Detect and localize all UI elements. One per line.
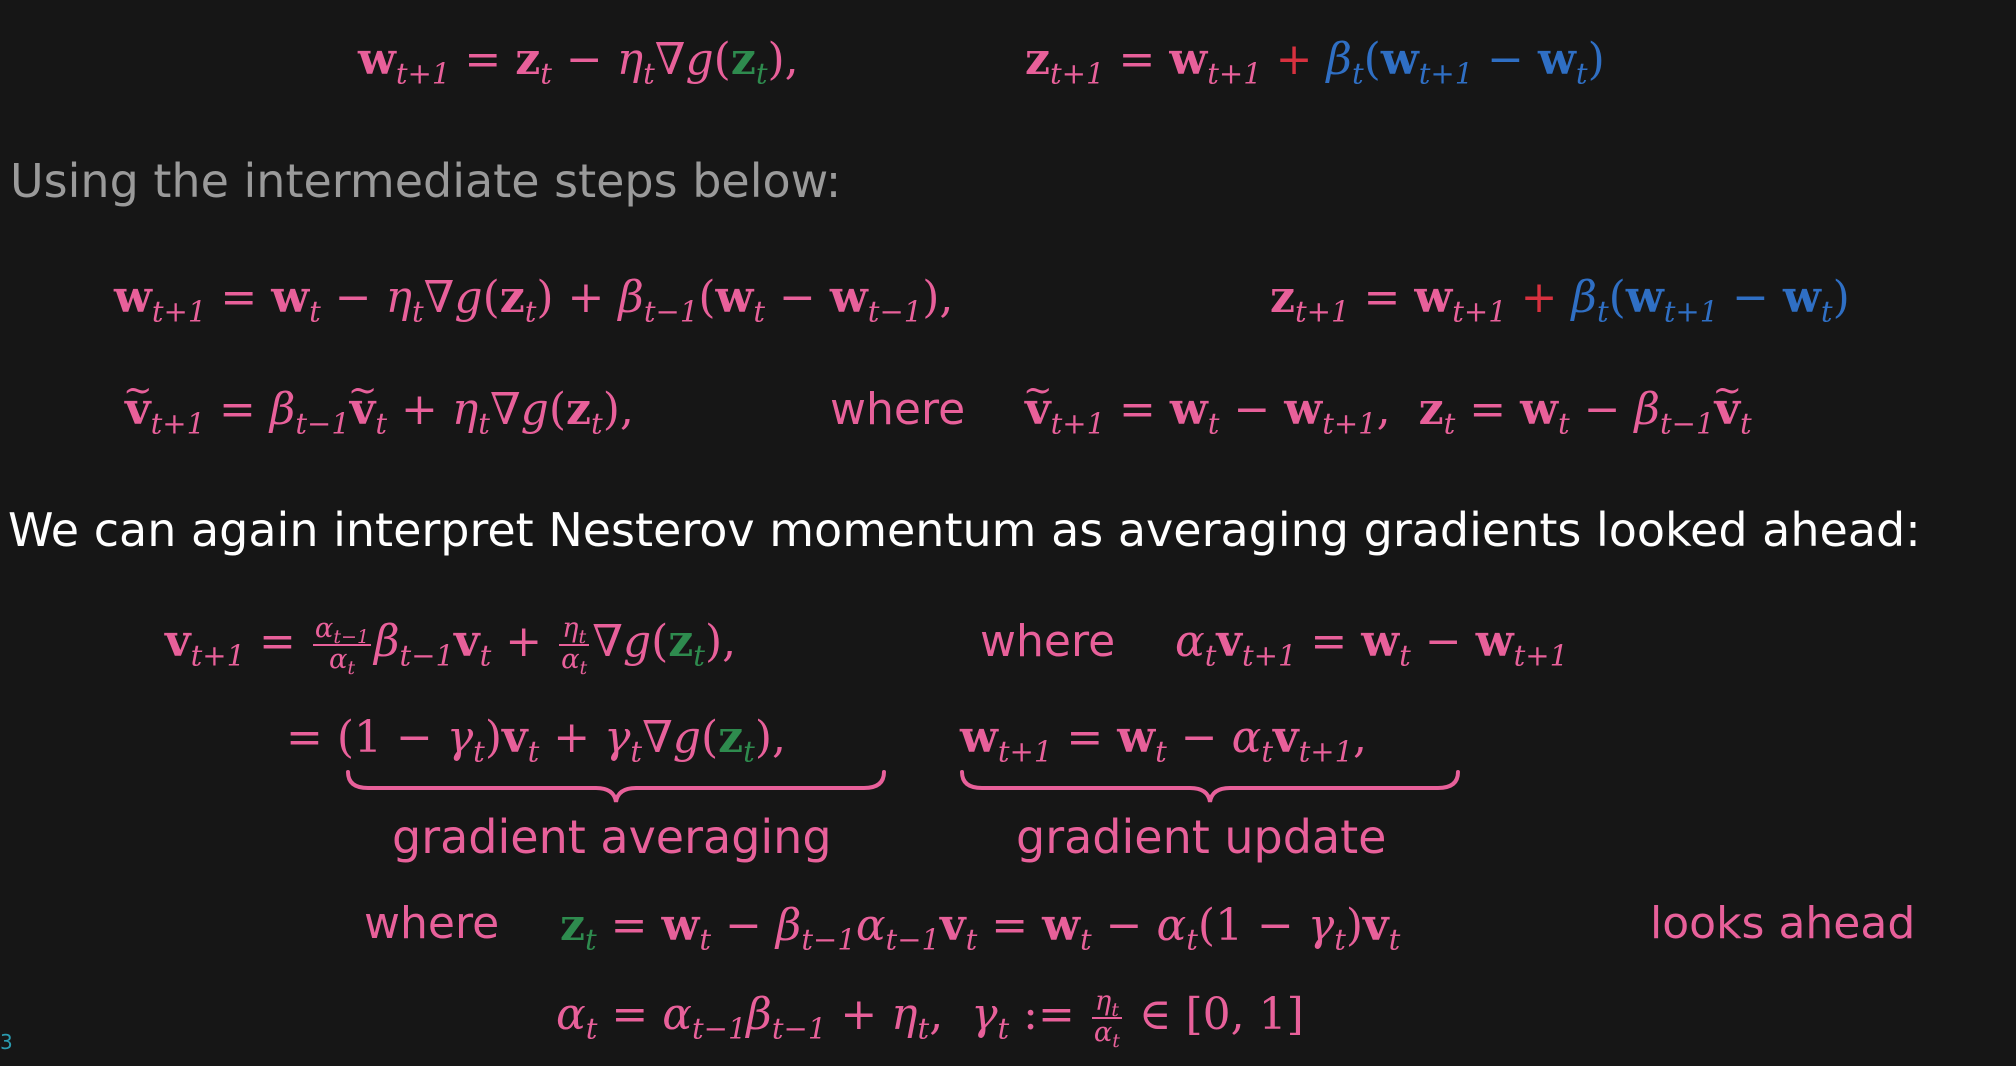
equation-top-w-update: wt+1 = zt − ηt∇g(zt), — [358, 34, 799, 91]
underbrace-gradient-update — [960, 770, 1460, 803]
equation-gradient-update: wt+1 = wt − αtvt+1, — [960, 712, 1368, 769]
interpretation-text: We can again interpret Nesterov momentum… — [8, 503, 1921, 557]
equation-lookahead-where: where — [364, 902, 499, 946]
equation-looks-ahead-label: looks ahead — [1650, 902, 1915, 946]
equation-alpha-gamma: αt = αt−1βt−1 + ηt, γt := ηt αt ∈ [0, 1] — [556, 986, 1304, 1052]
equation-lookahead: zt = wt − βt−1αt−1vt = wt − αt(1 − γt)vt — [560, 900, 1401, 957]
where-label: where — [830, 384, 966, 435]
equation-intermediate-w: wt+1 = wt − ηt∇g(zt) + βt−1(wt − wt−1), — [114, 272, 954, 329]
equation-v-tilde: vt+1 = βt−1vt + ηt∇g(zt), — [125, 388, 634, 438]
underbrace-gradient-averaging — [346, 770, 886, 803]
where-label: where — [980, 616, 1116, 667]
equation-top-z-update: zt+1 = wt+1 + βt(wt+1 − wt) — [1025, 34, 1605, 91]
looks-ahead-label: looks ahead — [1650, 898, 1916, 949]
label-gradient-averaging: gradient averaging — [392, 810, 832, 864]
equation-v-update-where: where — [980, 620, 1115, 664]
equation-v-update: vt+1 = αt−1 αt βt−1vt + ηt αt ∇g(zt), — [165, 613, 737, 679]
equation-v-tilde-definition: vt+1 = wt − wt+1, zt = wt − βt−1vt — [1025, 388, 1752, 438]
equation-gradient-averaging: = (1 − γt)vt + γt∇g(zt), — [286, 712, 786, 769]
page-number: 3 — [0, 1030, 13, 1054]
intro-text: Using the intermediate steps below: — [10, 154, 842, 208]
label-gradient-update: gradient update — [1016, 810, 1387, 864]
where-label: where — [364, 898, 500, 949]
equation-alpha-v-definition: αtvt+1 = wt − wt+1 — [1175, 616, 1569, 673]
equation-v-tilde-where: where — [830, 388, 965, 432]
equation-intermediate-z: zt+1 = wt+1 + βt(wt+1 − wt) — [1270, 272, 1850, 329]
